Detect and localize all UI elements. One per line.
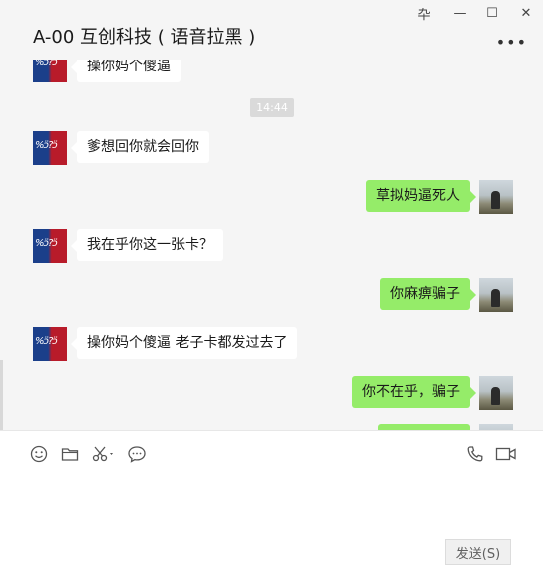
message-bubble-outgoing[interactable]: 你不在乎，骗子 xyxy=(352,376,476,408)
scissors-icon[interactable] xyxy=(90,443,118,465)
my-avatar[interactable] xyxy=(479,376,513,410)
avatar-figure xyxy=(491,289,500,307)
timestamp: 14:44 xyxy=(250,98,294,117)
avatar-text: %ɔ̈?ɔ̈ xyxy=(35,238,58,249)
chat-title: A-00 互创科技 ( 语音拉黑 ) xyxy=(33,27,256,48)
message-bubble-incoming[interactable]: 爹想回你就会回你 xyxy=(71,131,209,163)
avatar-text: %ɔ̈?ɔ̈ xyxy=(35,60,58,68)
folder-icon[interactable] xyxy=(59,443,81,465)
folder-icon-graphic xyxy=(61,448,79,461)
contact-avatar[interactable]: %ɔ̈?ɔ̈ xyxy=(33,60,67,82)
title-bar: A-00 互创科技 ( 语音拉黑 ) 卆 — ☐ ✕ ••• xyxy=(0,0,543,61)
my-avatar[interactable] xyxy=(479,180,513,214)
scrollbar[interactable] xyxy=(0,360,3,430)
minimize-button[interactable]: — xyxy=(446,2,474,24)
avatar-figure xyxy=(491,191,500,209)
pin-button[interactable]: 卆 xyxy=(410,2,438,24)
chat-window: A-00 互创科技 ( 语音拉黑 ) 卆 — ☐ ✕ ••• %ɔ̈?ɔ̈ 操你… xyxy=(0,0,543,575)
emoji-icon-graphic xyxy=(30,445,48,463)
video-icon[interactable] xyxy=(494,443,518,465)
more-options-button[interactable]: ••• xyxy=(496,33,527,52)
emoji-icon[interactable] xyxy=(28,443,50,465)
message-bubble-outgoing[interactable]: 草拟妈逼死人 xyxy=(366,180,476,212)
contact-avatar[interactable]: %ɔ̈?ɔ̈ xyxy=(33,229,67,263)
message-bubble-incoming[interactable]: 我在乎你这一张卡？ xyxy=(71,229,223,261)
contact-avatar[interactable]: %ɔ̈?ɔ̈ xyxy=(33,131,67,165)
chat-history-icon[interactable] xyxy=(126,443,148,465)
message-bubble-incoming[interactable]: 操你妈个傻逼 老子卡都发过去了 xyxy=(70,327,298,359)
maximize-button[interactable]: ☐ xyxy=(478,2,506,24)
scissors-icon-graphic xyxy=(92,446,113,462)
send-button[interactable]: 发送(S) xyxy=(445,539,511,565)
phone-icon[interactable] xyxy=(464,443,486,465)
avatar-figure xyxy=(491,387,500,405)
video-icon-graphic xyxy=(495,447,516,461)
avatar-text: %ɔ̈?ɔ̈ xyxy=(35,140,58,151)
message-bubble-outgoing[interactable]: 你麻痹骗子 xyxy=(380,278,476,310)
phone-icon-graphic xyxy=(467,446,483,462)
close-button[interactable]: ✕ xyxy=(512,2,540,24)
message-composer[interactable]: 发送(S) xyxy=(0,430,543,575)
avatar-text: %ɔ̈?ɔ̈ xyxy=(35,336,58,347)
my-avatar[interactable] xyxy=(479,278,513,312)
contact-avatar[interactable]: %ɔ̈?ɔ̈ xyxy=(33,327,67,361)
message-bubble-incoming[interactable]: 操你妈个傻逼 xyxy=(71,60,181,82)
chat-history-icon-graphic xyxy=(128,446,146,463)
message-list[interactable]: %ɔ̈?ɔ̈ 操你妈个傻逼 14:44 %ɔ̈?ɔ̈ 爹想回你就会回你 草拟妈逼… xyxy=(0,60,543,430)
